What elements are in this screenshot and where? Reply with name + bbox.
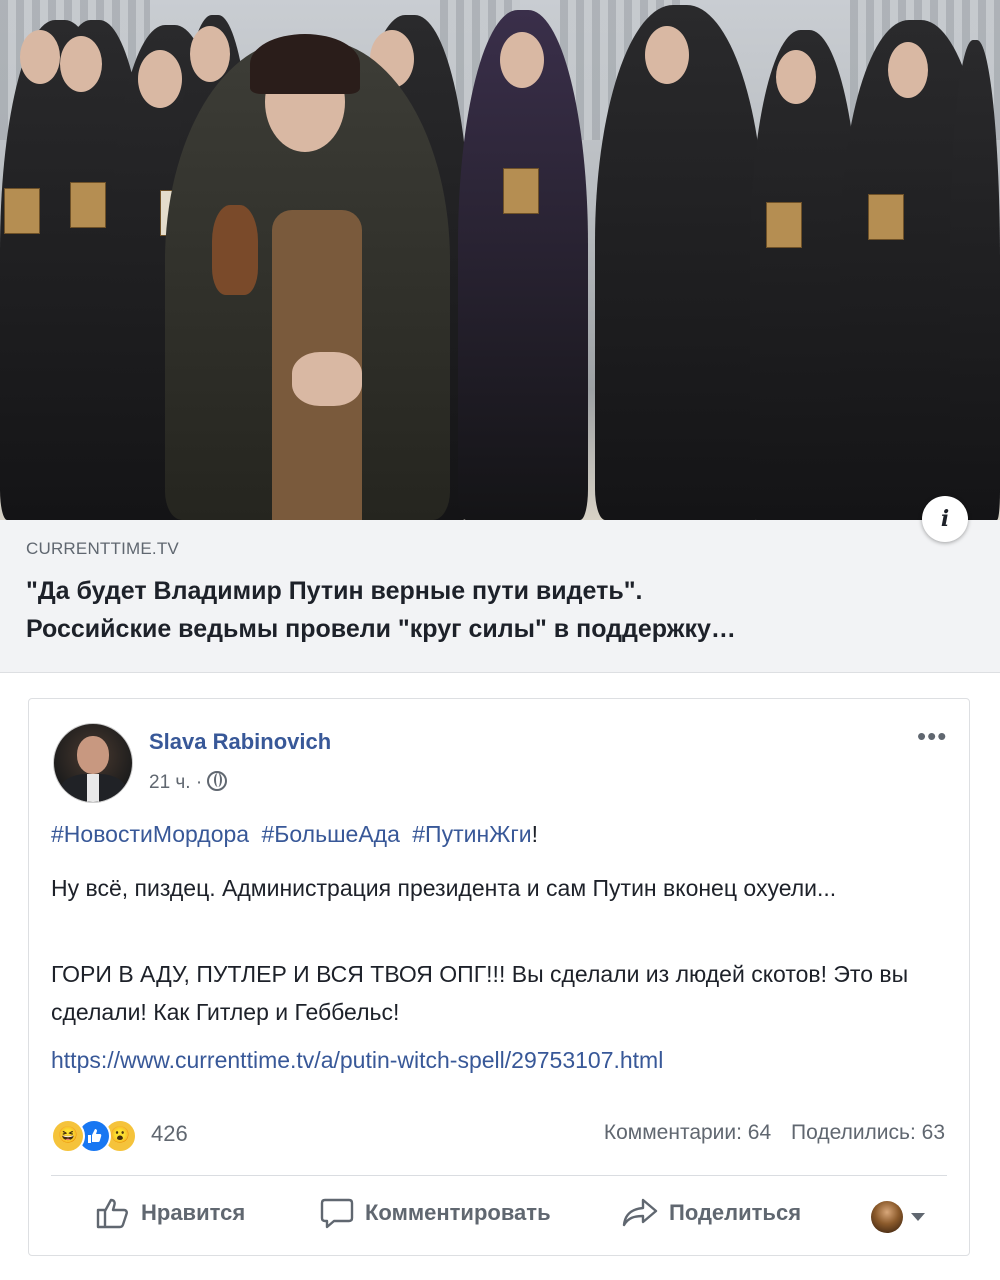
preview-photo[interactable] bbox=[0, 0, 1000, 520]
preview-domain: CURRENTTIME.TV bbox=[26, 539, 179, 558]
hashtag-link[interactable]: #БольшеАда bbox=[262, 821, 400, 847]
comment-icon bbox=[320, 1198, 354, 1229]
post-hashtags: #НовостиМордора #БольшеАда #ПутинЖги! bbox=[51, 821, 538, 848]
hashtag-link[interactable]: #ПутинЖги bbox=[412, 821, 531, 847]
like-button[interactable]: Нравится bbox=[95, 1197, 245, 1229]
share-button-label: Поделиться bbox=[669, 1200, 802, 1225]
post-url-link[interactable]: https://www.currenttime.tv/a/putin-witch… bbox=[51, 1047, 663, 1074]
info-icon[interactable]: i bbox=[922, 496, 968, 542]
reaction-count: 426 bbox=[151, 1121, 188, 1146]
more-options-icon[interactable]: ••• bbox=[917, 721, 947, 752]
meta-separator: · bbox=[195, 772, 203, 793]
headline-line-1: "Да будет Владимир Путин верные пути вид… bbox=[26, 577, 643, 605]
thumbs-up-icon bbox=[96, 1198, 128, 1229]
shares-count[interactable]: Поделились: 63 bbox=[791, 1121, 945, 1144]
author-name[interactable]: Slava Rabinovich bbox=[149, 729, 331, 755]
comments-count[interactable]: Комментарии: 64 bbox=[604, 1121, 771, 1144]
post-paragraph-1: Ну всё, пиздец. Администрация президента… bbox=[51, 875, 837, 901]
share-arrow-icon bbox=[622, 1198, 658, 1227]
shared-post-card: Slava Rabinovich 21 ч. · ••• #НовостиМор… bbox=[28, 698, 970, 1256]
like-button-label: Нравится bbox=[141, 1200, 246, 1225]
viewer-avatar[interactable] bbox=[871, 1201, 903, 1233]
share-button[interactable]: Поделиться bbox=[621, 1197, 801, 1229]
post-meta: 21 ч. · bbox=[149, 771, 228, 794]
author-avatar[interactable] bbox=[53, 723, 133, 803]
headline-line-2: Российские ведьмы провели "круг силы" в … bbox=[26, 615, 736, 643]
post-paragraph-2: ГОРИ В АДУ, ПУТЛЕР И ВСЯ ТВОЯ ОПГ!!! Вы … bbox=[51, 961, 909, 1025]
link-preview-card[interactable]: i CURRENTTIME.TV "Да будет Владимир Пути… bbox=[0, 0, 1000, 673]
comment-button-label: Комментировать bbox=[365, 1200, 551, 1225]
divider bbox=[51, 1175, 947, 1176]
comment-button[interactable]: Комментировать bbox=[319, 1197, 551, 1229]
preview-headline[interactable]: "Да будет Владимир Путин верные пути вид… bbox=[26, 572, 966, 648]
post-stats: Комментарии: 64 Поделились: 63 bbox=[590, 1121, 945, 1145]
hashtag-suffix: ! bbox=[531, 821, 539, 847]
globe-icon[interactable] bbox=[207, 771, 228, 791]
hashtag-link[interactable]: #НовостиМордора bbox=[51, 821, 249, 847]
haha-icon: 😆 bbox=[51, 1119, 85, 1153]
chevron-down-icon[interactable] bbox=[911, 1213, 925, 1221]
post-time[interactable]: 21 ч. bbox=[149, 772, 191, 793]
